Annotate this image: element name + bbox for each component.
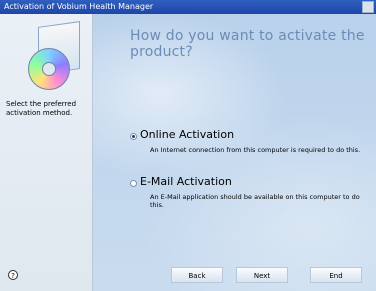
page-heading: How do you want to activate the product?	[130, 28, 365, 60]
window-title: Activation of Vobium Health Manager	[4, 2, 154, 11]
activation-window: Activation of Vobium Health Manager Sele…	[0, 0, 376, 291]
end-button[interactable]: End	[310, 267, 362, 283]
title-bar: Activation of Vobium Health Manager	[0, 0, 376, 14]
help-icon[interactable]: ?	[8, 270, 18, 280]
option-description: An E-Mail application should be availabl…	[150, 193, 360, 209]
footer: ? Back Next End	[0, 260, 376, 291]
next-button[interactable]: Next	[236, 267, 288, 283]
option-title[interactable]: Online Activation	[140, 128, 234, 141]
product-box-art	[28, 21, 84, 90]
radio-online[interactable]	[130, 133, 137, 140]
instruction-text: Select the preferred activation method.	[6, 100, 77, 117]
back-button[interactable]: Back	[171, 267, 223, 283]
radio-email[interactable]	[130, 180, 137, 187]
option-description: An Internet connection from this compute…	[150, 146, 361, 154]
cd-hole	[42, 62, 56, 76]
option-title[interactable]: E-Mail Activation	[140, 175, 232, 188]
left-panel: Select the preferred activation method.	[0, 14, 93, 291]
content-area: Select the preferred activation method. …	[0, 14, 376, 291]
close-button[interactable]	[362, 1, 374, 13]
